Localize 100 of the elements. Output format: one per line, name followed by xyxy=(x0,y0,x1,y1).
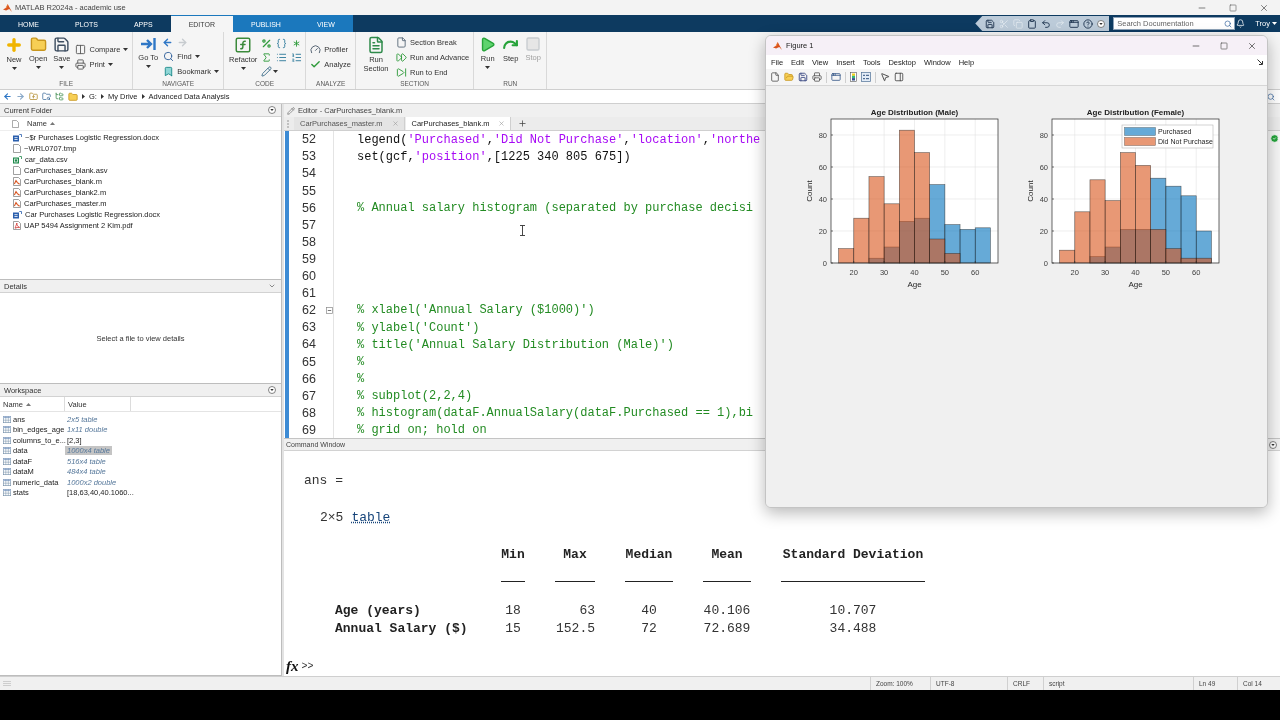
page-icon xyxy=(13,144,21,153)
column-header: Standard Deviation xyxy=(782,547,924,563)
table-icon xyxy=(3,489,11,497)
maximize-icon[interactable] xyxy=(1229,3,1237,12)
table-icon xyxy=(3,436,11,444)
axis-label: Age xyxy=(907,280,922,289)
text-cursor-icon xyxy=(520,225,525,236)
plus-icon xyxy=(5,36,23,54)
pencil-icon[interactable] xyxy=(261,65,273,77)
back-arrow-icon[interactable] xyxy=(162,36,174,48)
line-number: 58 xyxy=(302,234,316,249)
line-number: 65 xyxy=(302,354,316,369)
table-icon xyxy=(3,457,11,465)
skip-forward-icon xyxy=(396,66,407,78)
caret-icon xyxy=(1272,22,1277,25)
table-cell: 10.707 xyxy=(829,602,877,620)
column-header: Mean xyxy=(711,547,743,563)
pointer-icon[interactable] xyxy=(880,72,890,82)
line-number: 68 xyxy=(302,405,316,420)
line-number: 56 xyxy=(302,200,316,215)
app-logo-icon xyxy=(773,41,782,50)
axis-label: Count xyxy=(805,180,814,202)
dropdown-icon[interactable] xyxy=(268,386,276,394)
close-icon[interactable] xyxy=(1259,2,1269,13)
line-number: 52 xyxy=(302,132,316,147)
percent-icon[interactable] xyxy=(261,37,273,49)
line-number: 54 xyxy=(302,166,316,181)
frame-icon[interactable] xyxy=(831,72,841,82)
code-line: % xlabel('Annual Salary ($1000)') xyxy=(357,303,595,318)
page-icon[interactable] xyxy=(770,72,780,82)
page-icon xyxy=(13,166,21,175)
table-cell: 15 xyxy=(505,620,521,638)
class-link[interactable]: table xyxy=(351,510,391,526)
code-line: % Annual salary histogram (separated by purchase decisi xyxy=(357,200,754,215)
function-browser-button[interactable]: fx xyxy=(286,658,299,674)
bookmark-icon xyxy=(163,66,175,77)
chevron-down-icon[interactable] xyxy=(268,282,276,290)
frame-icon[interactable] xyxy=(1069,18,1080,29)
printer-icon[interactable] xyxy=(812,72,822,82)
color-bar-icon[interactable] xyxy=(850,72,857,82)
numbered-list-icon[interactable] xyxy=(291,51,303,63)
line-number: 63 xyxy=(302,320,316,335)
function-icon xyxy=(234,36,253,54)
list-icon[interactable] xyxy=(276,51,288,63)
collapse-icon[interactable] xyxy=(326,307,333,314)
undo-icon[interactable] xyxy=(1041,18,1052,29)
dropdown-icon[interactable] xyxy=(1097,19,1106,28)
folder-search-icon[interactable] xyxy=(42,92,51,101)
line-number: 67 xyxy=(302,388,316,403)
folder-tree-icon[interactable] xyxy=(55,92,64,101)
columns-icon xyxy=(75,44,87,55)
forward-arrow-icon[interactable] xyxy=(16,92,25,101)
table-icon xyxy=(3,415,11,423)
code-line: % xyxy=(357,354,365,369)
folder-icon xyxy=(29,36,47,53)
spreadsheet-icon xyxy=(13,155,22,164)
sigma-icon[interactable] xyxy=(261,51,273,63)
document-icon xyxy=(13,133,22,142)
sort-ascending-icon xyxy=(26,402,31,406)
panel-icon[interactable] xyxy=(894,72,904,82)
folder-icon[interactable] xyxy=(784,72,794,82)
code-line: % grid on; hold on xyxy=(357,423,487,438)
search-icon[interactable] xyxy=(1267,92,1275,101)
folder-up-icon[interactable] xyxy=(29,92,38,101)
save-icon[interactable] xyxy=(985,18,996,29)
maximize-icon[interactable] xyxy=(1220,41,1228,50)
row-header: Age (years) xyxy=(335,602,421,620)
dropdown-icon[interactable] xyxy=(1269,440,1277,449)
table-cell: 72.689 xyxy=(703,620,751,638)
back-arrow-icon[interactable] xyxy=(3,92,12,101)
page-icon xyxy=(13,188,21,197)
app-logo-icon xyxy=(3,3,12,12)
legend-swatch-icon xyxy=(1124,127,1156,136)
save-icon[interactable] xyxy=(798,72,808,82)
table-icon xyxy=(3,478,11,486)
column-header: Max xyxy=(563,547,587,563)
line-number: 60 xyxy=(302,269,316,284)
breadcrumb-arrow-icon xyxy=(141,94,145,99)
close-icon[interactable] xyxy=(1247,40,1257,51)
dropdown-icon[interactable] xyxy=(268,106,276,114)
histogram-bar xyxy=(974,227,991,264)
page-icon xyxy=(13,199,21,208)
braces-icon[interactable] xyxy=(276,37,288,49)
chart-title: Age Distribution (Male) xyxy=(870,108,959,117)
help-icon[interactable] xyxy=(1083,18,1094,29)
line-number: 53 xyxy=(302,149,316,164)
plus-icon[interactable] xyxy=(518,119,528,128)
bell-icon[interactable] xyxy=(1236,19,1246,28)
sort-ascending-icon xyxy=(50,122,55,125)
clipboard-icon[interactable] xyxy=(1027,18,1038,29)
pdf-icon xyxy=(13,221,21,230)
line-number: 69 xyxy=(302,422,316,437)
list-box-icon[interactable] xyxy=(861,72,871,82)
document-icon xyxy=(367,36,385,54)
code-line: % ylabel('Count') xyxy=(357,320,480,335)
row-header: Annual Salary ($) xyxy=(335,620,468,638)
column-header: Min xyxy=(501,547,525,563)
table-cell: 63 xyxy=(579,602,595,620)
diagonal-arrow-icon[interactable] xyxy=(1257,59,1263,65)
resize-grip-icon xyxy=(3,680,11,687)
